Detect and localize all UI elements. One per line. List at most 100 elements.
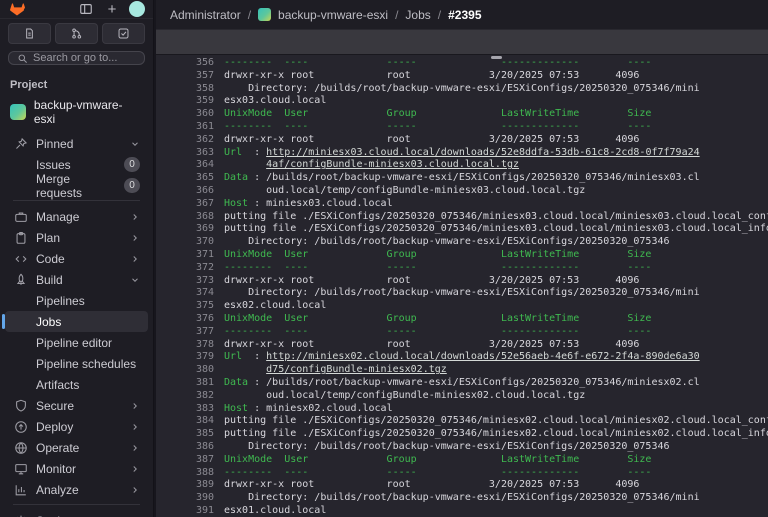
log-line-number[interactable]: 382 xyxy=(156,390,214,403)
log-line-number[interactable]: 361 xyxy=(156,121,214,134)
chevron-down-icon xyxy=(130,139,140,149)
sidebar-item-settings[interactable]: Settings xyxy=(5,510,148,517)
log-line: 361 -------- ---- ----- ------------- ---… xyxy=(156,121,768,134)
log-line-number[interactable]: 381 xyxy=(156,377,214,390)
sidebar-item-pipeline-schedules[interactable]: Pipeline schedules xyxy=(5,353,148,374)
chevron-down-icon xyxy=(130,275,140,285)
breadcrumb-administrator[interactable]: Administrator xyxy=(170,8,241,22)
log-line-text: Directory: /builds/root/backup-vmware-es… xyxy=(224,236,670,249)
log-line-number[interactable]: 375 xyxy=(156,300,214,313)
sidebar-item-label: Artifacts xyxy=(36,378,79,392)
log-line-text: UnixMode User Group LastWriteTime Size xyxy=(224,249,651,262)
sidebar-item-merge-requests[interactable]: Merge requests0 xyxy=(5,175,148,196)
log-link[interactable]: http://miniesx02.cloud.local/downloads/5… xyxy=(266,351,699,362)
log-line-number[interactable]: 356 xyxy=(156,57,214,70)
log-line: 375esx02.cloud.local xyxy=(156,300,768,313)
sidebar-item-operate[interactable]: Operate xyxy=(5,437,148,458)
log-plain-text: drwxr-xr-x root root 3/20/2025 07:53 409… xyxy=(224,70,639,81)
sidebar-item-secure[interactable]: Secure xyxy=(5,395,148,416)
log-line-number[interactable]: 386 xyxy=(156,441,214,454)
log-line-number[interactable]: 384 xyxy=(156,415,214,428)
log-line-text: Data : /builds/root/backup-vmware-esxi/E… xyxy=(224,377,700,390)
sidebar-item-pinned[interactable]: Pinned xyxy=(5,133,148,154)
log-line-number[interactable]: 377 xyxy=(156,326,214,339)
chevron-right-icon xyxy=(130,401,140,411)
sidebar-item-artifacts[interactable]: Artifacts xyxy=(5,374,148,395)
log-line-number[interactable]: 360 xyxy=(156,108,214,121)
sidebar-item-pipelines[interactable]: Pipelines xyxy=(5,290,148,311)
log-line-number[interactable]: 363 xyxy=(156,147,214,160)
sidebar-item-build[interactable]: Build xyxy=(5,269,148,290)
search-input[interactable]: Search or go to... xyxy=(8,51,145,65)
log-line-number[interactable]: 383 xyxy=(156,403,214,416)
log-line-number[interactable]: 362 xyxy=(156,134,214,147)
breadcrumb-project[interactable]: backup-vmware-esxi xyxy=(278,8,388,22)
log-plain-text: /builds/root/backup-vmware-esxi/ESXiConf… xyxy=(266,172,699,183)
issues-shortcut-button[interactable] xyxy=(8,23,51,44)
log-line-text: UnixMode User Group LastWriteTime Size xyxy=(224,313,651,326)
sidebar-item-code[interactable]: Code xyxy=(5,248,148,269)
log-line: 383Host : miniesx02.cloud.local xyxy=(156,403,768,416)
todo-list-shortcut-button[interactable] xyxy=(102,23,145,44)
log-line-number[interactable]: 370 xyxy=(156,236,214,249)
log-plain-text: Directory: /builds/root/backup-vmware-es… xyxy=(224,441,670,452)
log-line-number[interactable]: 380 xyxy=(156,364,214,377)
log-line-number[interactable]: 369 xyxy=(156,223,214,236)
log-line-number[interactable]: 388 xyxy=(156,467,214,480)
log-line-number[interactable]: 379 xyxy=(156,351,214,364)
log-line-number[interactable]: 371 xyxy=(156,249,214,262)
log-line-text: -------- ---- ----- ------------- ---- xyxy=(224,262,651,275)
log-line-number[interactable]: 358 xyxy=(156,83,214,96)
log-line: 387UnixMode User Group LastWriteTime Siz… xyxy=(156,454,768,467)
log-line-number[interactable]: 373 xyxy=(156,275,214,288)
log-line: 363Url : http://miniesx03.cloud.local/do… xyxy=(156,147,768,160)
log-line-number[interactable]: 374 xyxy=(156,287,214,300)
log-line-number[interactable]: 376 xyxy=(156,313,214,326)
log-line-number[interactable]: 389 xyxy=(156,479,214,492)
log-link[interactable]: http://miniesx03.cloud.local/downloads/5… xyxy=(266,147,699,158)
log-line-number[interactable]: 364 xyxy=(156,159,214,172)
merge-requests-shortcut-button[interactable] xyxy=(55,23,98,44)
breadcrumb: Administrator / backup-vmware-esxi / Job… xyxy=(156,0,768,30)
chevron-right-icon xyxy=(130,254,140,264)
sidebar-toggle-icon[interactable] xyxy=(77,0,95,18)
main-content: Administrator / backup-vmware-esxi / Job… xyxy=(154,0,768,517)
log-line-number[interactable]: 385 xyxy=(156,428,214,441)
sidebar-item-manage[interactable]: Manage xyxy=(5,206,148,227)
log-highlight-text: -------- ---- ----- ------------- ---- xyxy=(224,121,651,132)
sidebar-item-analyze[interactable]: Analyze xyxy=(5,479,148,500)
breadcrumb-jobs[interactable]: Jobs xyxy=(405,8,430,22)
project-item[interactable]: backup-vmware-esxi xyxy=(5,95,148,129)
sidebar-item-label: Manage xyxy=(36,210,79,224)
sidebar-item-pipeline-editor[interactable]: Pipeline editor xyxy=(5,332,148,353)
sidebar-item-jobs[interactable]: Jobs xyxy=(5,311,148,332)
create-new-icon[interactable]: + xyxy=(103,0,121,18)
log-line-number[interactable]: 367 xyxy=(156,198,214,211)
log-line-number[interactable]: 378 xyxy=(156,339,214,352)
sidebar-item-deploy[interactable]: Deploy xyxy=(5,416,148,437)
log-line-number[interactable]: 391 xyxy=(156,505,214,517)
log-line-number[interactable]: 387 xyxy=(156,454,214,467)
log-line-number[interactable]: 368 xyxy=(156,211,214,224)
log-link[interactable]: d75/configBundle-miniesx02.tgz xyxy=(266,364,447,375)
log-line-text: Directory: /builds/root/backup-vmware-es… xyxy=(224,83,700,96)
sidebar-item-label: Pipelines xyxy=(36,294,85,308)
log-line-number[interactable]: 365 xyxy=(156,172,214,185)
log-line-text: Host : miniesx03.cloud.local xyxy=(224,198,393,211)
log-line-number[interactable]: 357 xyxy=(156,70,214,83)
gitlab-logo-icon xyxy=(8,0,26,18)
log-line-number[interactable]: 359 xyxy=(156,95,214,108)
sidebar-item-monitor[interactable]: Monitor xyxy=(5,458,148,479)
log-line-number[interactable]: 372 xyxy=(156,262,214,275)
breadcrumb-separator: / xyxy=(395,8,398,22)
log-line: 362drwxr-xr-x root root 3/20/2025 07:53 … xyxy=(156,134,768,147)
log-line-text: esx01.cloud.local xyxy=(224,505,326,517)
user-avatar[interactable] xyxy=(129,1,145,17)
sidebar-item-plan[interactable]: Plan xyxy=(5,227,148,248)
log-scrollbar-thumb[interactable] xyxy=(491,56,502,59)
log-link[interactable]: 4af/configBundle-miniesx03.cloud.local.t… xyxy=(266,159,519,170)
log-line-number[interactable]: 366 xyxy=(156,185,214,198)
job-log: 356 -------- ---- ----- ------------- ---… xyxy=(156,55,768,517)
log-line: 380 d75/configBundle-miniesx02.tgz xyxy=(156,364,768,377)
log-line-number[interactable]: 390 xyxy=(156,492,214,505)
